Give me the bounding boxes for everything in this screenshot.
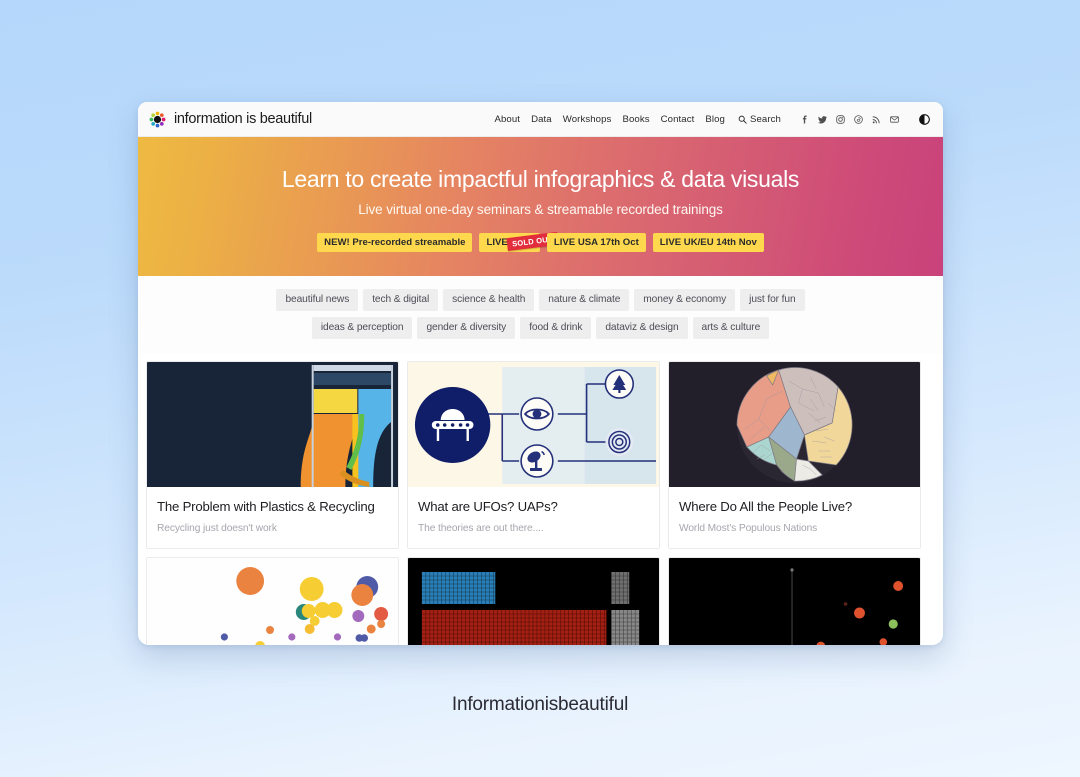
voronoi-treemap-thumbnail xyxy=(669,362,920,487)
facebook-icon[interactable] xyxy=(800,115,809,124)
card-bubble-chart[interactable] xyxy=(146,556,399,645)
badge-live-usa[interactable]: LIVE USA 17th Oct xyxy=(546,232,646,252)
badge-prerecorded[interactable]: NEW! Pre-recorded streamable xyxy=(317,232,473,252)
nav-link-blog[interactable]: Blog xyxy=(705,114,725,125)
card-title: The Problem with Plastics & Recycling xyxy=(157,499,375,514)
rss-icon[interactable] xyxy=(872,115,881,124)
card-ufos-uaps[interactable]: What are UFOs? UAPs? The theories are ou… xyxy=(407,361,660,549)
twitter-icon[interactable] xyxy=(818,115,827,124)
page-caption: Informationisbeautiful xyxy=(451,694,629,715)
threads-icon[interactable] xyxy=(854,114,863,124)
category-science-health[interactable]: science & health xyxy=(443,289,535,311)
nav-link-workshops[interactable]: Workshops xyxy=(563,114,612,125)
social-links xyxy=(800,114,899,124)
category-nature-climate[interactable]: nature & climate xyxy=(539,289,630,311)
search-icon xyxy=(738,115,747,124)
nav-link-data[interactable]: Data xyxy=(531,114,552,125)
card-plastics-recycling[interactable]: The Problem with Plastics & Recycling Re… xyxy=(146,361,399,549)
article-card-grid: The Problem with Plastics & Recycling Re… xyxy=(138,353,943,645)
card-description: World Most's Populous Nations xyxy=(679,522,818,534)
card-title: What are UFOs? UAPs? xyxy=(418,499,558,514)
category-just-for-fun[interactable]: just for fun xyxy=(740,289,805,311)
category-food-drink[interactable]: food & drink xyxy=(520,317,592,339)
email-icon[interactable] xyxy=(890,115,899,124)
grid-matrix-chart-thumbnail xyxy=(408,557,659,645)
category-money-economy[interactable]: money & economy xyxy=(634,289,736,311)
category-ideas-perception[interactable]: ideas & perception xyxy=(311,317,413,339)
card-title: Where Do All the People Live? xyxy=(679,499,853,514)
badge-live-june[interactable]: LIVE June SOLD OUT xyxy=(479,231,559,252)
category-filter-bar: beautiful news tech & digital science & … xyxy=(138,276,943,353)
search-button[interactable]: Search xyxy=(738,114,781,125)
main-navigation: About Data Workshops Books Contact Blog … xyxy=(494,114,930,125)
search-label: Search xyxy=(750,113,781,125)
hero-title: Learn to create impactful infographics &… xyxy=(281,165,800,192)
category-gender-diversity[interactable]: gender & diversity xyxy=(417,317,516,339)
card-description: The theories are out there.... xyxy=(418,522,544,534)
nav-link-about[interactable]: About xyxy=(494,114,520,125)
sankey-diagram-thumbnail xyxy=(147,362,398,487)
hero-badges: NEW! Pre-recorded streamable LIVE June S… xyxy=(317,231,764,252)
badge-live-uk-eu[interactable]: LIVE UK/EU 14th Nov xyxy=(652,232,764,252)
category-beautiful-news[interactable]: beautiful news xyxy=(276,289,359,311)
category-dataviz-design[interactable]: dataviz & design xyxy=(596,317,688,339)
category-row-1: beautiful news tech & digital science & … xyxy=(138,289,943,311)
browser-window: information is beautiful About Data Work… xyxy=(138,102,943,645)
category-tech-digital[interactable]: tech & digital xyxy=(363,289,439,311)
site-header: information is beautiful About Data Work… xyxy=(138,102,943,137)
category-arts-culture[interactable]: arts & culture xyxy=(692,317,770,339)
nav-link-contact[interactable]: Contact xyxy=(661,114,695,125)
ufo-taxonomy-diagram-thumbnail xyxy=(408,362,659,487)
card-where-people-live[interactable]: Where Do All the People Live? World Most… xyxy=(668,361,921,549)
hero-banner: Learn to create impactful infographics &… xyxy=(138,137,943,276)
card-description: Recycling just doesn't work xyxy=(157,522,277,534)
card-grid-matrix[interactable] xyxy=(407,556,660,645)
brand-logo[interactable]: information is beautiful xyxy=(149,111,312,128)
nav-link-books[interactable]: Books xyxy=(622,114,649,125)
dark-scatter-plot-thumbnail xyxy=(669,557,920,645)
instagram-icon[interactable] xyxy=(836,114,845,124)
category-row-2: ideas & perception gender & diversity fo… xyxy=(138,317,943,339)
brand-name: information is beautiful xyxy=(174,111,312,127)
hero-subtitle: Live virtual one-day seminars & streamab… xyxy=(358,201,723,217)
bubble-scatter-chart-thumbnail xyxy=(147,557,398,645)
dark-mode-toggle-icon[interactable] xyxy=(919,113,930,125)
sunburst-flower-logo-icon xyxy=(149,111,166,127)
card-dark-scatter[interactable] xyxy=(668,556,921,645)
